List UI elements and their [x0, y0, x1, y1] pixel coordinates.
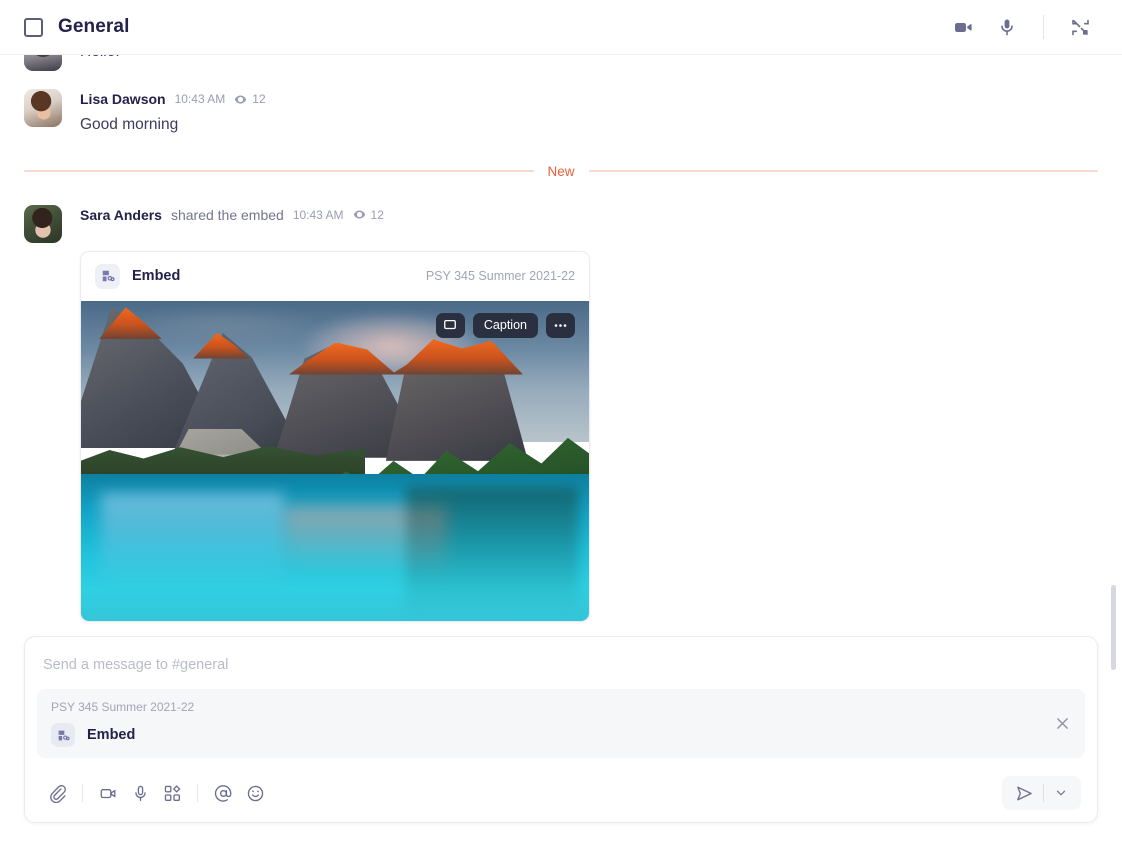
- message-list[interactable]: Hello! Lisa Dawson 10:43 AM 12 Good morn…: [0, 55, 1122, 638]
- eye-icon: [234, 93, 247, 106]
- page-title: General: [58, 16, 129, 38]
- new-label: New: [548, 164, 575, 179]
- new-messages-divider: New: [0, 150, 1122, 191]
- close-icon[interactable]: [1049, 711, 1075, 737]
- chat-app: General Hello! Lisa: [0, 0, 1122, 843]
- message-timestamp: 10:43 AM: [293, 209, 344, 221]
- collapse-icon[interactable]: [1058, 7, 1102, 47]
- embed-icon: [51, 723, 75, 747]
- avatar[interactable]: [24, 55, 62, 71]
- header-actions: [941, 7, 1102, 47]
- chevron-down-icon[interactable]: [1049, 779, 1073, 807]
- toolbar-divider: [82, 784, 83, 802]
- message-header: Sara Anders shared the embed 10:43 AM 12: [80, 205, 1098, 222]
- view-count: 12: [353, 208, 384, 221]
- message-body: Sara Anders shared the embed 10:43 AM 12: [80, 205, 1098, 243]
- send-controls: [1002, 776, 1081, 810]
- eye-icon: [353, 208, 366, 221]
- mountain-lake-photo: [81, 301, 589, 621]
- list-item: Lisa Dawson 10:43 AM 12 Good morning: [0, 89, 1122, 136]
- embed-icon: [95, 264, 120, 289]
- message-input[interactable]: Send a message to #general: [25, 637, 1097, 689]
- composer-toolbar: [25, 768, 1097, 822]
- embed-title: Embed: [132, 268, 180, 284]
- divider-line-right: [589, 170, 1099, 172]
- header-divider: [1043, 15, 1044, 39]
- message-author[interactable]: Lisa Dawson: [80, 92, 166, 106]
- divider-line-left: [24, 170, 534, 172]
- attachment-meta: PSY 345 Summer 2021-22: [51, 700, 1071, 714]
- avatar[interactable]: [24, 89, 62, 127]
- view-count-value: 12: [252, 93, 265, 105]
- message-action-text: shared the embed: [171, 208, 284, 222]
- mention-icon[interactable]: [207, 778, 239, 808]
- message-author[interactable]: Sara Anders: [80, 208, 162, 222]
- attachment-row: Embed: [51, 723, 1071, 747]
- message-body: Lisa Dawson 10:43 AM 12 Good morning: [80, 89, 1098, 136]
- embed-card-header: Embed PSY 345 Summer 2021-22: [81, 252, 589, 301]
- attach-file-icon[interactable]: [41, 778, 73, 808]
- emoji-icon[interactable]: [239, 778, 271, 808]
- message-body: Hello!: [80, 55, 1098, 71]
- message-scrollbar[interactable]: [1111, 585, 1116, 670]
- microphone-icon[interactable]: [124, 778, 156, 808]
- image-action-bar: Caption: [436, 313, 575, 338]
- view-count: 12: [234, 93, 265, 106]
- embed-image[interactable]: Caption: [81, 301, 589, 621]
- attachment-name: Embed: [87, 727, 135, 743]
- message-text: Hello!: [80, 55, 1098, 63]
- channel-square-icon: [24, 18, 43, 37]
- message-header: Lisa Dawson 10:43 AM 12: [80, 89, 1098, 106]
- embed-meta: PSY 345 Summer 2021-22: [426, 269, 575, 283]
- message-text: Good morning: [80, 115, 1098, 136]
- message-composer: Send a message to #general PSY 345 Summe…: [24, 636, 1098, 823]
- embed-card-wrapper: Embed PSY 345 Summer 2021-22: [0, 247, 1122, 622]
- embed-card[interactable]: Embed PSY 345 Summer 2021-22: [80, 251, 590, 622]
- toolbar-divider: [197, 784, 198, 802]
- list-item: Sara Anders shared the embed 10:43 AM 12: [0, 205, 1122, 243]
- microphone-icon[interactable]: [985, 7, 1029, 47]
- caption-button[interactable]: Caption: [473, 313, 538, 338]
- attachment-details: PSY 345 Summer 2021-22 Embed: [51, 700, 1071, 747]
- message-timestamp: 10:43 AM: [175, 93, 226, 105]
- screen-share-icon[interactable]: [436, 313, 465, 338]
- attachment-chip[interactable]: PSY 345 Summer 2021-22 Embed: [37, 689, 1085, 758]
- channel-header: General: [0, 0, 1122, 55]
- video-icon[interactable]: [92, 778, 124, 808]
- send-icon[interactable]: [1010, 779, 1038, 807]
- view-count-value: 12: [371, 209, 384, 221]
- list-item: Hello!: [0, 55, 1122, 71]
- channel-identity: General: [24, 16, 129, 38]
- video-call-icon[interactable]: [941, 7, 985, 47]
- more-options-icon[interactable]: [546, 313, 575, 338]
- avatar[interactable]: [24, 205, 62, 243]
- apps-icon[interactable]: [156, 778, 188, 808]
- send-divider: [1043, 784, 1044, 802]
